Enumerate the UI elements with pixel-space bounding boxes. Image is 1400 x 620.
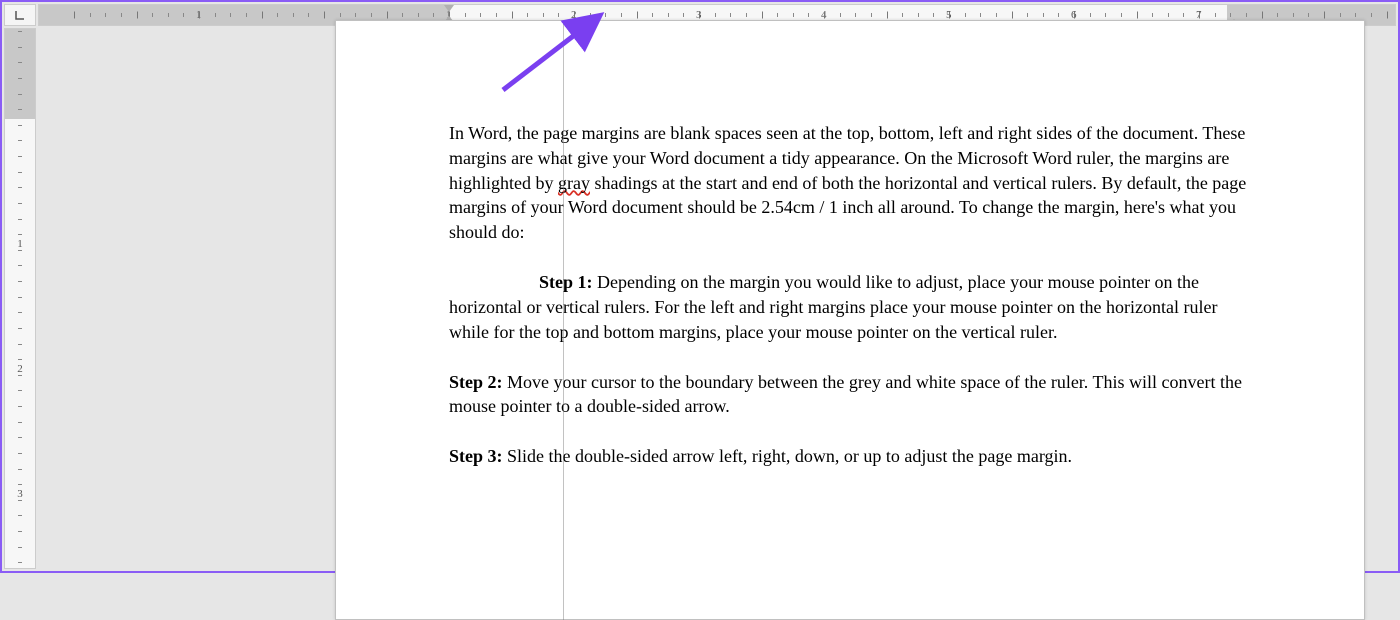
page-body[interactable]: In Word, the page margins are blank spac…	[449, 121, 1249, 469]
vruler-top-margin-region[interactable]	[5, 29, 35, 119]
first-line-indent-marker[interactable]	[444, 5, 454, 12]
paragraph-intro[interactable]: In Word, the page margins are blank spac…	[449, 121, 1249, 245]
paragraph-step3[interactable]: Step 3: Slide the double-sided arrow lef…	[449, 444, 1249, 469]
tab-stop-selector[interactable]	[4, 4, 36, 26]
paragraph-step1[interactable]: Step 1: Depending on the margin you woul…	[449, 270, 1249, 344]
document-workspace: In Word, the page margins are blank spac…	[38, 28, 1396, 569]
vruler-number: 3	[17, 488, 23, 500]
step-label: Step 2:	[449, 372, 503, 392]
text-run: Slide the double-sided arrow left, right…	[503, 446, 1073, 466]
vruler-number: 2	[17, 363, 23, 375]
vertical-ruler[interactable]: 1 2 3	[4, 28, 36, 569]
cursor-vertical-guide	[563, 20, 564, 620]
paragraph-step2[interactable]: Step 2: Move your cursor to the boundary…	[449, 370, 1249, 420]
step-label: Step 1:	[539, 272, 593, 292]
tab-stop-left-icon	[15, 10, 25, 20]
step-label: Step 3:	[449, 446, 503, 466]
vruler-number: 1	[17, 238, 23, 250]
text-run: Move your cursor to the boundary between…	[449, 372, 1242, 417]
document-page[interactable]: In Word, the page margins are blank spac…	[335, 20, 1365, 620]
